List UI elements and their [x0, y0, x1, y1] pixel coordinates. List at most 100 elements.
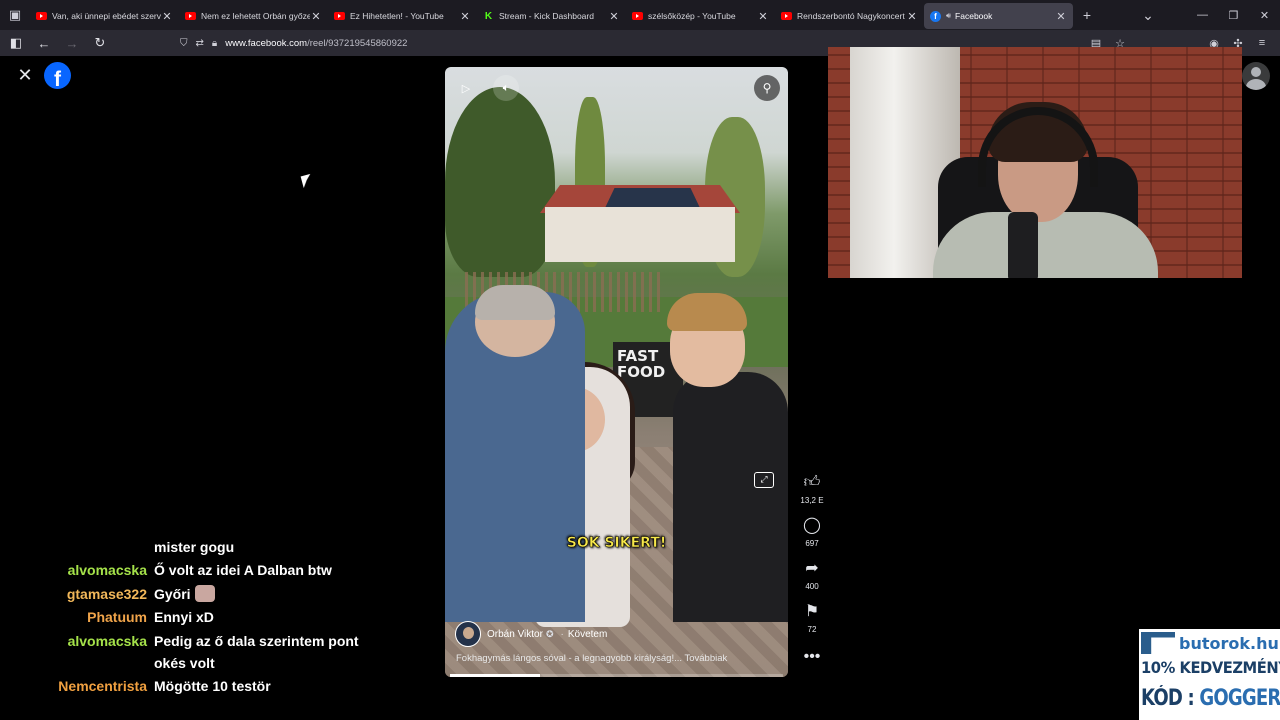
browser-tab[interactable]: K Stream - Kick Dashboard ✕ — [477, 3, 626, 29]
tracking-protection-icon[interactable]: ⛉ — [180, 38, 188, 49]
save-button[interactable]: ⚑ 72 — [797, 603, 827, 634]
follow-button[interactable]: Követem — [568, 629, 607, 640]
tab-title: Van, aki ünnepi ebédet szervez — [52, 11, 161, 21]
ad-logo: butorok.hu — [1141, 631, 1279, 655]
tab-title: szélsőközép - YouTube — [648, 11, 736, 21]
video-scene-boy-hair — [667, 293, 747, 331]
chat-message: gtamase322 Győri — [0, 583, 440, 605]
chat-message-text: Mögötte 10 testör — [154, 678, 271, 694]
chat-username[interactable]: gtamase322 — [0, 583, 154, 605]
chat-emote-icon — [194, 585, 215, 602]
more-icon: ••• — [803, 648, 821, 665]
ad-logo-mark-icon — [1141, 632, 1175, 654]
url-host: www.facebook.com — [225, 37, 308, 49]
minimize-icon[interactable]: — — [1187, 9, 1218, 21]
reel-description[interactable]: Fokhagymás lángos sóval - a legnagyobb k… — [456, 653, 727, 664]
chat-username[interactable]: Phatuum — [0, 606, 154, 628]
like-button[interactable]: 👍︎ 13,2 E — [797, 474, 827, 505]
tab-close-icon[interactable]: ✕ — [757, 10, 769, 23]
video-progress-fill — [450, 674, 540, 677]
save-count: 72 — [807, 625, 817, 634]
tab-close-icon[interactable]: ✕ — [1055, 10, 1067, 23]
window-close-icon[interactable]: ✕ — [1249, 9, 1280, 22]
youtube-icon — [185, 12, 196, 20]
share-button[interactable]: ➦ 400 — [797, 560, 827, 591]
author-avatar[interactable] — [455, 621, 481, 647]
tab-close-icon[interactable]: ✕ — [906, 10, 918, 23]
author-name[interactable]: Orbán Viktor — [487, 629, 543, 640]
reel-video[interactable]: FAST FOOD ▷ 🔈︎ ⚲ ⤢ SOK SIKERT! Orbán Vik… — [445, 67, 788, 677]
chat-username[interactable] — [0, 536, 154, 558]
tab-list-icon[interactable]: ▣ — [0, 0, 30, 30]
reel-author: Orbán Viktor ✪ · Követem — [455, 621, 607, 647]
share-icon: ➦ — [805, 560, 819, 577]
forward-button[interactable]: → — [60, 31, 84, 55]
comment-icon: ◯ — [803, 517, 821, 534]
chat-message-text: Pedig az ő dala szerintem pont okés volt — [154, 633, 359, 671]
sidebar-toggle-icon[interactable]: ◧ — [4, 31, 28, 55]
play-icon[interactable]: ▷ — [453, 75, 479, 101]
video-scene-man-hair — [475, 285, 555, 320]
streamer-webcam — [828, 47, 1242, 278]
browser-tab[interactable]: Ez Hihetetlen! - YouTube ✕ — [328, 3, 477, 29]
mouse-cursor-icon — [300, 173, 314, 189]
reload-button[interactable]: ↻ — [88, 31, 112, 55]
stream-chat: mister gogu alvomacska Ő volt az idei A Da… — [0, 536, 440, 720]
tab-title: Stream - Kick Dashboard — [499, 11, 594, 21]
browser-tab[interactable]: Van, aki ünnepi ebédet szervez ✕ — [30, 3, 179, 29]
tab-audio-icon[interactable]: 🔊︎ — [946, 11, 951, 21]
like-icon: 👍︎ — [803, 474, 821, 491]
ad-code-line: KÓD : GOGGER — [1141, 686, 1280, 711]
browser-tab[interactable]: f 🔊︎ Facebook ✕ — [924, 3, 1073, 29]
back-button[interactable]: ← — [32, 31, 56, 55]
like-count: 13,2 E — [800, 496, 824, 505]
close-reel-button[interactable]: ✕ — [14, 64, 36, 86]
share-count: 400 — [805, 582, 819, 591]
profile-avatar[interactable] — [1242, 62, 1270, 90]
youtube-icon — [36, 12, 47, 20]
volume-icon[interactable]: 🔈︎ — [493, 75, 519, 101]
tab-close-icon[interactable]: ✕ — [459, 10, 471, 23]
video-scene-boy — [673, 372, 788, 622]
comment-button[interactable]: ◯ 697 — [797, 517, 827, 548]
fullscreen-icon[interactable]: ⤢ — [754, 472, 774, 488]
video-scene-house — [545, 207, 735, 262]
tab-close-icon[interactable]: ✕ — [161, 10, 173, 23]
youtube-icon — [781, 12, 792, 20]
chat-username[interactable]: alvomacska — [0, 559, 154, 581]
tab-title: Rendszerbontó Nagykoncert - Y — [797, 11, 906, 21]
bookmark-icon: ⚑ — [804, 603, 820, 620]
tab-close-icon[interactable]: ✕ — [310, 10, 322, 23]
new-tab-button[interactable]: + — [1073, 1, 1101, 29]
chat-username[interactable]: Nemcentrista — [0, 675, 154, 697]
search-icon[interactable]: ⚲ — [754, 75, 780, 101]
verified-badge-icon: ✪ — [545, 628, 554, 639]
site-info-icon[interactable]: 🔒︎ — [212, 38, 217, 49]
chat-message: mister gogu — [0, 536, 440, 558]
kick-icon: K — [484, 10, 493, 22]
facebook-logo-icon[interactable]: f — [44, 62, 71, 89]
app-menu-icon[interactable]: ≡ — [1250, 37, 1274, 49]
browser-tab[interactable]: Nem ez lehetett Orbán győzelm ✕ — [179, 3, 328, 29]
webcam-person-body — [933, 212, 1158, 278]
tab-title: Nem ez lehetett Orbán győzelm — [201, 11, 310, 21]
url-path: /reel/937219545860922 — [307, 37, 408, 49]
sponsor-ad: butorok.hu 10% KEDVEZMÉNY KÓD : GOGGER — [1139, 629, 1280, 720]
ad-discount: 10% KEDVEZMÉNY — [1141, 658, 1280, 677]
tab-title: Ez Hihetetlen! - YouTube — [350, 11, 444, 21]
more-options-button[interactable]: ••• — [797, 648, 827, 668]
restore-icon[interactable]: ❐ — [1218, 9, 1249, 22]
browser-tab[interactable]: Rendszerbontó Nagykoncert - Y ✕ — [775, 3, 924, 29]
permissions-icon[interactable]: ⇄ — [196, 38, 204, 49]
browser-tab[interactable]: szélsőközép - YouTube ✕ — [626, 3, 775, 29]
tab-close-icon[interactable]: ✕ — [608, 10, 620, 23]
chat-message-text: Ennyi xD — [154, 609, 214, 625]
list-all-tabs-icon[interactable]: ⌄ — [1134, 1, 1162, 29]
chat-message: Nemcentrista Mögötte 10 testör — [0, 675, 440, 697]
video-subtitle: SOK SIKERT! — [566, 535, 667, 552]
window-controls: — ❐ ✕ — [1187, 0, 1280, 30]
tab-title: Facebook — [955, 11, 993, 21]
chat-username[interactable]: alvomacska — [0, 630, 154, 674]
chat-message: Phatuum Ennyi xD — [0, 606, 440, 628]
video-progress-bar[interactable] — [450, 674, 783, 677]
